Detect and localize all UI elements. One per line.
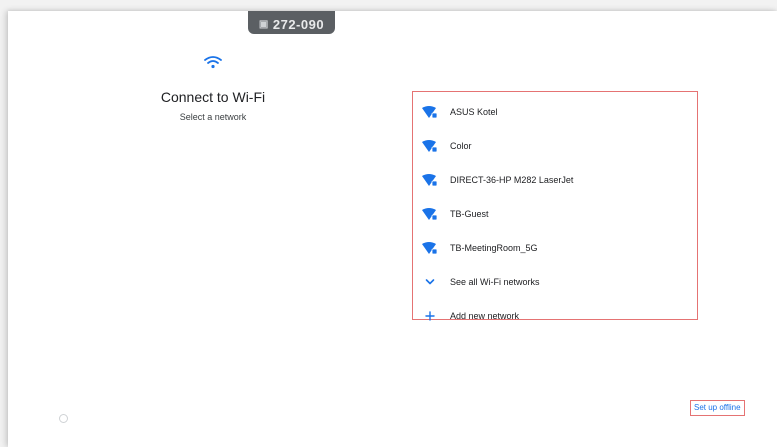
- wifi-lock-icon: [422, 173, 438, 187]
- network-item-color[interactable]: Color: [413, 129, 697, 163]
- setup-screen: ▣ 272-090 Connect to Wi-Fi Select a netw…: [8, 11, 777, 447]
- network-name: DIRECT-36-HP M282 LaserJet: [450, 175, 574, 185]
- network-list: ASUS Kotel Color DIRECT-36-HP M282 Laser…: [412, 91, 698, 321]
- device-code-badge: ▣ 272-090: [248, 11, 335, 34]
- see-all-networks-label: See all Wi-Fi networks: [450, 277, 540, 287]
- network-item-tb-meetingroom[interactable]: TB-MeetingRoom_5G: [413, 231, 697, 265]
- network-name: Color: [450, 141, 472, 151]
- wifi-lock-icon: [422, 207, 438, 221]
- network-name: ASUS Kotel: [450, 107, 498, 117]
- wifi-lock-icon: [422, 139, 438, 153]
- set-up-offline-link[interactable]: Set up offline: [690, 400, 745, 416]
- chevron-down-icon: [422, 275, 438, 289]
- see-all-networks-button[interactable]: See all Wi-Fi networks: [413, 265, 697, 299]
- network-name: TB-Guest: [450, 209, 489, 219]
- page-subtitle: Select a network: [179, 112, 247, 122]
- wifi-lock-icon: [422, 105, 438, 119]
- device-code-text: 272-090: [272, 17, 325, 32]
- network-item-direct-hp[interactable]: DIRECT-36-HP M282 LaserJet: [413, 163, 697, 197]
- device-icon: ▣: [258, 19, 269, 30]
- network-name: TB-MeetingRoom_5G: [450, 243, 538, 253]
- add-new-network-button[interactable]: Add new network: [413, 299, 697, 333]
- network-item-asus-kotel[interactable]: ASUS Kotel: [413, 95, 697, 129]
- wifi-lock-icon: [422, 241, 438, 255]
- accessibility-icon[interactable]: [59, 414, 68, 423]
- wifi-icon: [204, 56, 222, 69]
- plus-icon: [422, 309, 438, 323]
- network-item-tb-guest[interactable]: TB-Guest: [413, 197, 697, 231]
- page-title: Connect to Wi-Fi: [160, 89, 266, 105]
- add-new-network-label: Add new network: [450, 311, 520, 321]
